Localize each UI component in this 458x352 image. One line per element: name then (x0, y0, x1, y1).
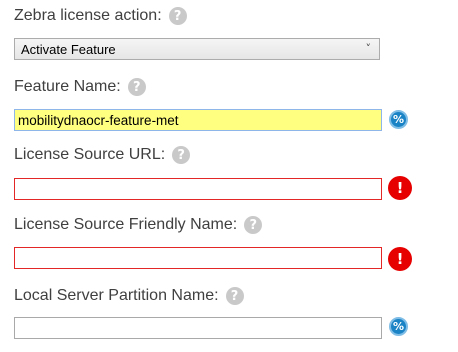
error-icon: ! (388, 176, 412, 200)
local-server-partition-name-label-row: Local Server Partition Name: ? (14, 284, 244, 308)
zebra-license-action-label: Zebra license action: (14, 7, 162, 24)
zebra-license-action-select[interactable]: Activate Feature ˅ (14, 38, 380, 60)
license-source-url-label-row: License Source URL: ? (14, 143, 191, 167)
license-source-friendly-name-label-row: License Source Friendly Name: ? (14, 213, 263, 237)
license-source-friendly-name-label: License Source Friendly Name: (14, 216, 238, 233)
variable-icon[interactable]: % (389, 110, 408, 129)
variable-icon[interactable]: % (389, 317, 408, 336)
help-icon[interactable]: ? (225, 287, 244, 305)
feature-name-input[interactable]: mobilitydnaocr-feature-met (14, 109, 382, 131)
local-server-partition-name-input[interactable] (14, 317, 382, 339)
error-icon: ! (388, 247, 412, 271)
feature-name-label: Feature Name: (14, 78, 121, 95)
chevron-down-icon: ˅ (365, 42, 372, 55)
license-source-url-input[interactable] (14, 178, 382, 200)
help-icon[interactable]: ? (244, 216, 263, 234)
zebra-license-action-label-row: Zebra license action: ? (14, 4, 187, 28)
feature-name-label-row: Feature Name: ? (14, 75, 146, 99)
zebra-license-action-selected: Activate Feature (21, 41, 116, 57)
license-source-friendly-name-input[interactable] (14, 247, 382, 269)
help-icon[interactable]: ? (172, 146, 191, 164)
help-icon[interactable]: ? (168, 7, 187, 25)
license-source-url-label: License Source URL: (14, 146, 166, 163)
local-server-partition-name-label: Local Server Partition Name: (14, 287, 219, 304)
help-icon[interactable]: ? (127, 78, 146, 96)
